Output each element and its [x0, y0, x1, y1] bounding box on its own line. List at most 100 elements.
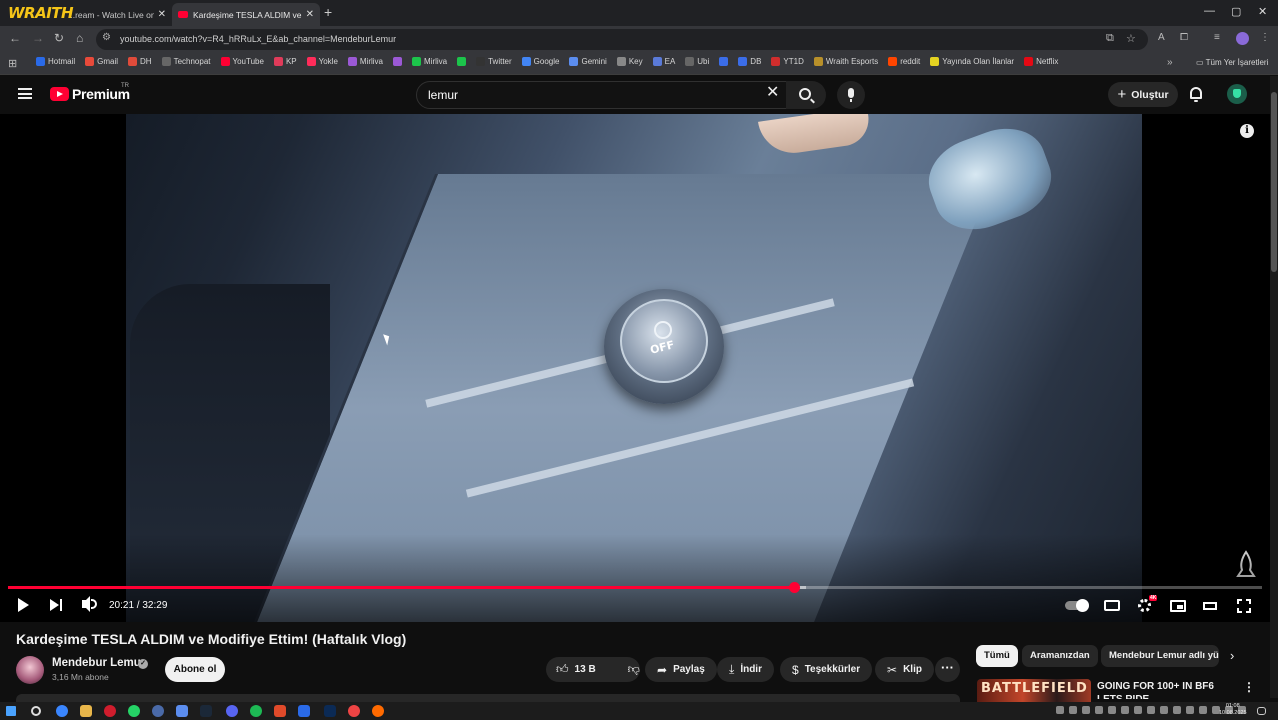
- home-icon[interactable]: ⌂: [76, 31, 83, 45]
- app-icon[interactable]: [372, 705, 384, 717]
- bookmark-item[interactable]: Ubi: [685, 57, 709, 66]
- opera-icon[interactable]: [104, 705, 116, 717]
- spotify-icon[interactable]: [250, 705, 262, 717]
- page-scrollbar[interactable]: [1270, 76, 1278, 698]
- progress-bar[interactable]: [8, 586, 1262, 589]
- thanks-button[interactable]: $ Teşekkürler: [780, 657, 873, 682]
- tray-icon[interactable]: [1069, 706, 1077, 714]
- browser-menu-icon[interactable]: ⋮: [1260, 32, 1270, 43]
- address-bar[interactable]: ⚙ youtube.com/watch?v=R4_hRRuLx_E&ab_cha…: [96, 29, 1148, 50]
- app-icon[interactable]: [176, 705, 188, 717]
- chip-all[interactable]: Tümü: [976, 645, 1018, 667]
- subtitles-icon[interactable]: [1104, 600, 1120, 611]
- bookmark-item[interactable]: DH: [128, 57, 152, 66]
- bookmark-item[interactable]: DB: [738, 57, 761, 66]
- close-window-icon[interactable]: ✕: [1258, 5, 1267, 18]
- scrubber-handle[interactable]: [788, 582, 800, 593]
- app-icon[interactable]: [274, 705, 286, 717]
- notification-center-icon[interactable]: [1257, 707, 1266, 715]
- app-icon[interactable]: [152, 705, 164, 717]
- channel-avatar[interactable]: [16, 656, 44, 684]
- account-avatar[interactable]: [1227, 84, 1247, 104]
- clear-search-icon[interactable]: ✕: [766, 85, 779, 101]
- reload-icon[interactable]: ↻: [54, 31, 64, 45]
- more-actions-button[interactable]: ···: [935, 657, 960, 682]
- play-icon[interactable]: [18, 598, 29, 612]
- chrome-icon[interactable]: [56, 705, 68, 717]
- tray-icon[interactable]: [1082, 706, 1090, 714]
- related-video-title[interactable]: GOING FOR 100+ IN BF6 LETS RIDE: [1097, 680, 1237, 699]
- new-tab-icon[interactable]: +: [324, 4, 332, 20]
- back-icon[interactable]: ←: [9, 31, 21, 45]
- more-bookmarks-icon[interactable]: »: [1167, 57, 1173, 68]
- download-button[interactable]: ⤓ İndir: [717, 657, 774, 682]
- share-button[interactable]: ➦ Paylaş: [645, 657, 717, 682]
- theater-mode-icon[interactable]: [1203, 602, 1217, 610]
- scrollbar-thumb[interactable]: [1271, 92, 1277, 272]
- steam-icon[interactable]: [200, 705, 212, 717]
- close-tab-icon[interactable]: ✕: [158, 9, 166, 20]
- description-box[interactable]: [16, 694, 960, 702]
- minimize-icon[interactable]: —: [1204, 5, 1215, 17]
- chevron-right-icon[interactable]: ›: [1230, 648, 1234, 663]
- whatsapp-icon[interactable]: [128, 705, 140, 717]
- notifications-bell-icon[interactable]: [1190, 87, 1202, 102]
- browser-tab[interactable]: ...ream - Watch Live on ✕: [62, 3, 172, 26]
- bookmark-item[interactable]: Google: [521, 57, 559, 66]
- app-icon[interactable]: [298, 705, 310, 717]
- bookmark-star-icon[interactable]: ☆: [1126, 32, 1136, 45]
- app-icon[interactable]: [324, 705, 336, 717]
- create-button[interactable]: + Oluştur: [1108, 82, 1178, 107]
- search-button[interactable]: [786, 81, 826, 109]
- tray-icon[interactable]: [1108, 706, 1116, 714]
- bookmark-item[interactable]: Yokle: [306, 57, 338, 66]
- chip-from-search[interactable]: Aramanızdan: [1022, 645, 1098, 667]
- youtube-logo-icon[interactable]: [50, 87, 69, 101]
- browser-tab-active[interactable]: Kardeşime TESLA ALDIM ve Mo ✕: [172, 3, 320, 26]
- media-control-icon[interactable]: ≡: [1214, 32, 1220, 43]
- bookmark-item[interactable]: Mirliva: [412, 57, 447, 66]
- bookmark-item[interactable]: EA: [652, 57, 675, 66]
- tray-icon[interactable]: [1186, 706, 1194, 714]
- bookmark-item[interactable]: Wraith Esports: [813, 57, 878, 66]
- tray-icon[interactable]: [1147, 706, 1155, 714]
- discord-icon[interactable]: [226, 705, 238, 717]
- bookmark-item[interactable]: [457, 57, 467, 66]
- bookmark-item[interactable]: [393, 57, 402, 66]
- app-icon[interactable]: [348, 705, 360, 717]
- video-player[interactable]: OFF i 20:21 / 32:29 4K: [0, 114, 1270, 622]
- bookmark-item[interactable]: Technopat: [161, 57, 211, 66]
- fullscreen-icon[interactable]: [1237, 599, 1251, 613]
- bookmark-item[interactable]: Yayında Olan İlanlar: [930, 57, 1014, 66]
- close-tab-icon[interactable]: ✕: [306, 9, 314, 20]
- all-bookmarks-folder[interactable]: ▭ Tüm Yer İşaretleri: [1196, 58, 1268, 67]
- like-button[interactable]: 👍︎ 13 B: [546, 657, 606, 682]
- tray-icon[interactable]: [1173, 706, 1181, 714]
- miniplayer-icon[interactable]: [1170, 600, 1186, 612]
- forward-icon[interactable]: →: [32, 31, 44, 45]
- bookmark-item[interactable]: Netflix: [1024, 57, 1058, 66]
- tray-icon[interactable]: [1056, 706, 1064, 714]
- tray-icon[interactable]: [1160, 706, 1168, 714]
- maximize-icon[interactable]: ▢: [1231, 5, 1241, 18]
- tray-icon[interactable]: [1121, 706, 1129, 714]
- bookmark-item[interactable]: KP: [273, 57, 297, 66]
- tray-icon[interactable]: [1199, 706, 1207, 714]
- bookmark-item[interactable]: Hotmail: [36, 57, 75, 66]
- bookmark-item[interactable]: YouTube: [220, 57, 264, 66]
- voice-search-button[interactable]: [837, 81, 865, 109]
- hamburger-menu-icon[interactable]: [18, 88, 32, 99]
- bookmark-item[interactable]: Gmail: [85, 57, 118, 66]
- autoplay-toggle[interactable]: [1065, 599, 1089, 612]
- search-input[interactable]: [428, 86, 758, 104]
- next-video-icon[interactable]: [50, 599, 59, 611]
- site-info-icon[interactable]: ⚙: [102, 32, 111, 43]
- tray-icon[interactable]: [1134, 706, 1142, 714]
- subscribe-button[interactable]: Abone ol: [165, 657, 225, 682]
- channel-name[interactable]: Mendebur Lemur: [52, 657, 145, 669]
- extensions-icon[interactable]: ⧠: [1180, 32, 1188, 43]
- bookmark-item[interactable]: [719, 57, 729, 66]
- bookmark-item[interactable]: YT1D: [771, 57, 804, 66]
- bookmark-item[interactable]: Gemini: [569, 57, 607, 66]
- chip-channel[interactable]: Mendebur Lemur adlı yü: [1101, 645, 1219, 667]
